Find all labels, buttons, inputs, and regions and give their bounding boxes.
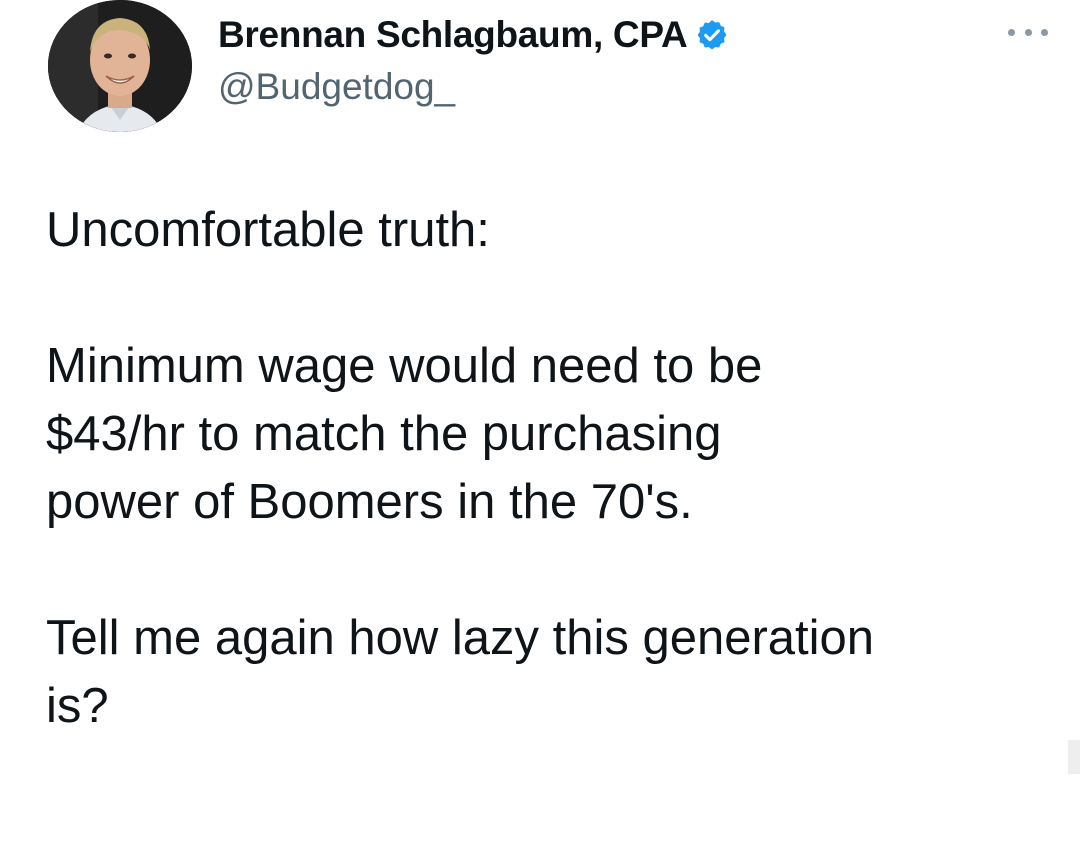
tweet-card: Brennan Schlagbaum, CPA @Budgetdog_ Unco… bbox=[0, 0, 1080, 841]
tweet-text: Uncomfortable truth: Minimum wage would … bbox=[46, 196, 1056, 740]
author-name[interactable]: Brennan Schlagbaum, CPA bbox=[218, 14, 688, 56]
avatar-photo-icon bbox=[48, 0, 192, 132]
author-name-row[interactable]: Brennan Schlagbaum, CPA bbox=[218, 10, 729, 60]
tweet-paragraph: Tell me again how lazy this generation i… bbox=[46, 611, 875, 733]
tweet-paragraph: Minimum wage would need to be $43/hr to … bbox=[46, 339, 763, 529]
more-options-icon[interactable] bbox=[1008, 22, 1048, 42]
author-avatar[interactable] bbox=[48, 0, 192, 132]
tweet-paragraph: Uncomfortable truth: bbox=[46, 203, 490, 257]
scroll-edge-indicator bbox=[1068, 740, 1080, 774]
author-handle[interactable]: @Budgetdog_ bbox=[218, 66, 455, 108]
verified-badge-icon bbox=[695, 18, 729, 52]
